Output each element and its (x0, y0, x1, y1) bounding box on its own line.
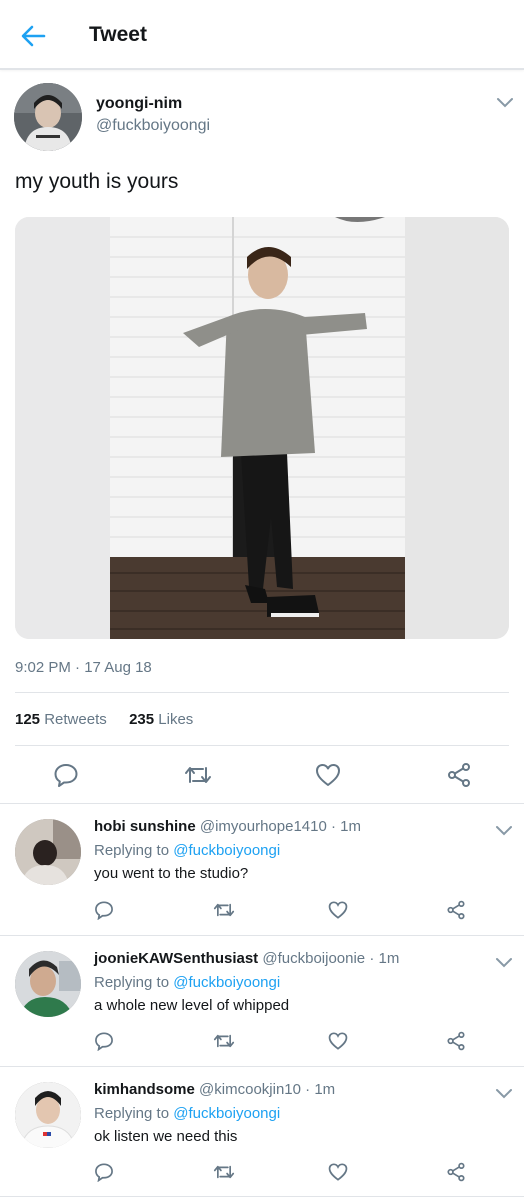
reply-text: a whole new level of whipped (94, 997, 290, 1014)
divider (15, 692, 509, 693)
replying-to-link[interactable]: @fuckboiyoongi (173, 974, 280, 991)
likes-count: 235 (129, 711, 155, 728)
chevron-down-icon[interactable] (496, 96, 514, 108)
reply-icon[interactable] (94, 900, 114, 925)
chevron-down-icon[interactable] (495, 1087, 513, 1099)
replying-to-label: Replying to (94, 842, 170, 859)
reply-author[interactable]: joonieKAWSenthusiast @fuckboijoonie · 1m (94, 950, 399, 967)
retweets-count: 125 (15, 711, 41, 728)
replying-to: Replying to @fuckboiyoongi (94, 842, 280, 859)
chevron-down-icon[interactable] (495, 956, 513, 968)
like-icon[interactable] (328, 1031, 348, 1056)
retweets-label: Retweets (44, 711, 107, 728)
retweet-icon[interactable] (213, 1162, 235, 1187)
share-icon[interactable] (446, 1031, 466, 1056)
reply-avatar[interactable] (15, 819, 81, 885)
share-icon[interactable] (446, 1162, 466, 1187)
back-arrow-icon[interactable] (18, 22, 48, 50)
retweets-stat[interactable]: 125 Retweets (15, 711, 107, 728)
replying-to-label: Replying to (94, 1105, 170, 1122)
reply-icon[interactable] (94, 1031, 114, 1056)
divider (0, 935, 524, 936)
likes-stat[interactable]: 235 Likes (129, 711, 193, 728)
reply-author[interactable]: kimhandsome @kimcookjin10 · 1m (94, 1081, 335, 1098)
share-icon[interactable] (446, 900, 466, 925)
reply-author-name: kimhandsome (94, 1081, 195, 1098)
divider (0, 1196, 524, 1197)
tweet-photo[interactable] (15, 217, 509, 639)
divider (0, 1066, 524, 1067)
like-icon[interactable] (315, 762, 341, 793)
reply-time: · 1m (305, 1081, 336, 1098)
share-icon[interactable] (446, 762, 472, 793)
reply-avatar[interactable] (15, 951, 81, 1017)
tweet-text: my youth is yours (15, 170, 179, 193)
author-handle[interactable]: @fuckboiyoongi (96, 117, 210, 135)
reply-author[interactable]: hobi sunshine @imyourhope1410 · 1m (94, 818, 361, 835)
divider (15, 745, 509, 746)
replying-to-link[interactable]: @fuckboiyoongi (173, 842, 280, 859)
replying-to: Replying to @fuckboiyoongi (94, 1105, 280, 1122)
reply-author-name: hobi sunshine (94, 818, 196, 835)
author-avatar[interactable] (14, 83, 82, 151)
likes-label: Likes (158, 711, 194, 728)
retweet-icon[interactable] (184, 762, 212, 793)
replying-to-link[interactable]: @fuckboiyoongi (173, 1105, 280, 1122)
like-icon[interactable] (328, 900, 348, 925)
reply-time: · 1m (331, 818, 361, 835)
page-title: Tweet (89, 23, 147, 46)
replying-to: Replying to @fuckboiyoongi (94, 974, 280, 991)
top-bar: Tweet (0, 0, 524, 70)
reply-text: ok listen we need this (94, 1128, 238, 1145)
reply-author-handle: @fuckboijoonie (262, 950, 366, 967)
reply-icon[interactable] (94, 1162, 114, 1187)
retweet-icon[interactable] (213, 900, 235, 925)
reply-time: · 1m (369, 950, 400, 967)
reply-text: you went to the studio? (94, 865, 249, 882)
reply-icon[interactable] (53, 762, 79, 793)
reply-author-name: joonieKAWSenthusiast (94, 950, 259, 967)
reply-author-handle: @imyourhope1410 (199, 818, 327, 835)
divider (0, 803, 524, 804)
chevron-down-icon[interactable] (495, 824, 513, 836)
replying-to-label: Replying to (94, 974, 170, 991)
like-icon[interactable] (328, 1162, 348, 1187)
reply-author-handle: @kimcookjin10 (199, 1081, 301, 1098)
retweet-icon[interactable] (213, 1031, 235, 1056)
tweet-timestamp: 9:02 PM · 17 Aug 18 (15, 659, 152, 676)
author-name[interactable]: yoongi-nim (96, 95, 182, 113)
reply-avatar[interactable] (15, 1082, 81, 1148)
tweet-stats: 125 Retweets 235 Likes (15, 711, 193, 728)
